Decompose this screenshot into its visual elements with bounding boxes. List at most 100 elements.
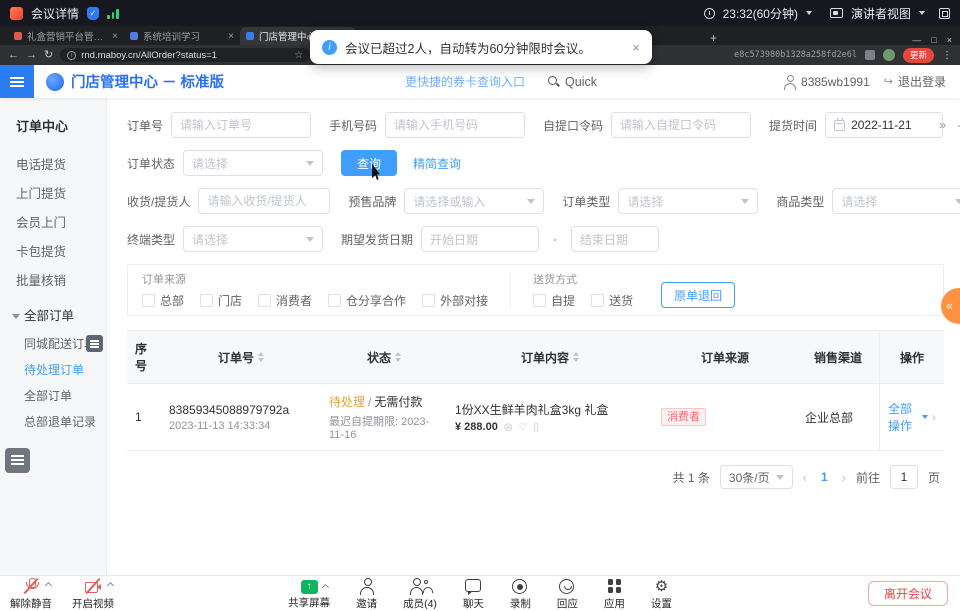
sidebar-item-batch-verify[interactable]: 批量核销 xyxy=(0,267,106,296)
sort-icon[interactable] xyxy=(258,352,264,362)
toolbar-share-screen[interactable]: 共享屏幕 xyxy=(288,578,330,611)
meeting-timer[interactable]: 23:32(60分钟) xyxy=(723,5,798,22)
original-return-button[interactable]: 原单退回 xyxy=(661,282,735,308)
drag-handle-icon[interactable] xyxy=(86,335,103,352)
all-actions-link[interactable]: 全部操作 xyxy=(888,400,918,434)
extensions-icon[interactable] xyxy=(865,50,875,60)
new-tab-button[interactable] xyxy=(710,31,717,45)
sidebar-item-city-delivery[interactable]: 同城配送订单 xyxy=(0,331,106,357)
floating-list-button[interactable] xyxy=(5,448,30,473)
toolbar-chat[interactable]: 聊天 xyxy=(463,578,484,611)
minimize-icon[interactable] xyxy=(912,35,921,45)
browser-menu-icon[interactable] xyxy=(942,50,952,61)
checkbox-source-warehouse-share[interactable]: 仓分享合作 xyxy=(328,292,406,309)
pickup-code-input[interactable] xyxy=(611,112,751,138)
checkbox-source-consumer[interactable]: 消费者 xyxy=(258,292,312,309)
toolbar-apps[interactable]: 应用 xyxy=(604,578,625,611)
sidebar-item-phone-pickup[interactable]: 电话提货 xyxy=(0,151,106,180)
page-size-select[interactable]: 30条/页 xyxy=(720,465,793,489)
col-order-no[interactable]: 订单号 xyxy=(161,331,321,383)
maximize-icon[interactable] xyxy=(931,35,936,45)
url-text[interactable]: rnd.maboy.cn/AllOrder?status=1 xyxy=(81,50,289,61)
update-button[interactable]: 更新 xyxy=(903,48,934,63)
prev-page-button[interactable] xyxy=(803,470,807,485)
toolbar-start-video[interactable]: 开启视频 xyxy=(72,578,114,611)
checkbox-source-hq[interactable]: 总部 xyxy=(142,292,184,309)
meeting-title[interactable]: 会议详情 xyxy=(31,5,79,22)
sidebar-group-all-orders[interactable]: 全部订单 xyxy=(0,302,106,331)
current-page[interactable]: 1 xyxy=(817,470,832,484)
forward-icon[interactable] xyxy=(26,45,37,65)
order-type-select[interactable]: 请选择 xyxy=(618,188,758,214)
chevron-up-icon[interactable] xyxy=(322,584,329,591)
terminal-type-select[interactable]: 请选择 xyxy=(183,226,323,252)
checkbox-source-external[interactable]: 外部对接 xyxy=(422,292,488,309)
leave-meeting-button[interactable]: 离开会议 xyxy=(868,581,948,606)
chevron-up-icon[interactable] xyxy=(45,582,52,589)
site-info-icon[interactable] xyxy=(67,51,76,60)
col-status[interactable]: 状态 xyxy=(321,331,447,383)
checkbox-source-store[interactable]: 门店 xyxy=(200,292,242,309)
toolbar-reactions[interactable]: 回应 xyxy=(557,578,578,611)
sidebar-toggle-button[interactable] xyxy=(0,65,34,98)
sidebar-item-hq-refunds[interactable]: 总部退单记录 xyxy=(0,409,106,435)
order-status-select[interactable]: 请选择 xyxy=(183,150,323,176)
toolbar-unmute[interactable]: 解除静音 xyxy=(10,578,52,611)
toolbar-invite[interactable]: 邀请 xyxy=(356,578,377,611)
tab-close-icon[interactable] xyxy=(228,31,234,42)
row-expand-icon[interactable] xyxy=(932,410,936,424)
logout-button[interactable]: 退出登录 xyxy=(884,73,946,90)
simple-search-link[interactable]: 精简查询 xyxy=(413,155,461,172)
back-icon[interactable] xyxy=(8,45,19,65)
col-content[interactable]: 订单内容 xyxy=(447,331,653,383)
user-menu[interactable]: 8385wb1991 xyxy=(782,75,870,89)
panel-collapse-icon[interactable] xyxy=(939,118,946,132)
order-type-placeholder: 请选择 xyxy=(627,193,663,210)
tab-close-icon[interactable] xyxy=(112,31,118,42)
timer-dropdown-icon[interactable] xyxy=(806,11,812,15)
sidebar-item-pending-orders[interactable]: 待处理订单 xyxy=(0,357,106,383)
goods-type-select[interactable]: 请选择 xyxy=(832,188,960,214)
search-button[interactable]: 查询 xyxy=(341,150,397,176)
receiver-input[interactable] xyxy=(198,188,330,214)
tab-gift-platform[interactable]: 礼盒营销平台管理中心 xyxy=(8,27,124,45)
toolbar-settings[interactable]: 设置 xyxy=(651,578,672,611)
order-no-input[interactable] xyxy=(171,112,311,138)
tab-training[interactable]: 系统培训学习 xyxy=(124,27,240,45)
order-price: ¥ 288.00 xyxy=(455,421,498,433)
sidebar-item-card-pickup[interactable]: 卡包提货 xyxy=(0,238,106,267)
profile-avatar[interactable] xyxy=(883,49,895,61)
coupon-query-link[interactable]: 更快捷的券卡查询入口 xyxy=(405,73,525,90)
fullscreen-icon[interactable] xyxy=(939,8,950,19)
quick-search[interactable]: Quick xyxy=(547,75,597,89)
view-mode-label[interactable]: 演讲者视图 xyxy=(851,5,911,22)
pickup-start-date[interactable]: 2022-11-21 xyxy=(825,112,943,138)
sort-icon[interactable] xyxy=(573,352,579,362)
bookmark-star-icon[interactable] xyxy=(294,50,303,61)
sidebar-item-member-visit[interactable]: 会员上门 xyxy=(0,209,106,238)
goto-page-input[interactable] xyxy=(890,465,918,489)
banner-close-icon[interactable] xyxy=(632,40,640,55)
sidebar-item-door-pickup[interactable]: 上门提货 xyxy=(0,180,106,209)
close-icon[interactable] xyxy=(947,35,952,45)
sort-icon[interactable] xyxy=(395,352,401,362)
expect-start-date[interactable]: 开始日期 xyxy=(421,226,539,252)
toolbar-left-group: 解除静音 开启视频 xyxy=(10,578,114,611)
expect-end-date[interactable]: 结束日期 xyxy=(571,226,659,252)
brand-select[interactable]: 请选择或输入 xyxy=(404,188,544,214)
view-dropdown-icon[interactable] xyxy=(919,11,925,15)
chevron-up-icon[interactable] xyxy=(107,582,114,589)
phone-input[interactable] xyxy=(385,112,525,138)
next-page-button[interactable] xyxy=(842,470,846,485)
sidebar-item-all-orders[interactable]: 全部订单 xyxy=(0,383,106,409)
order-no-value[interactable]: 83859345088979792a xyxy=(169,403,313,417)
pickup-code-label: 自提口令码 xyxy=(543,117,603,134)
sidebar-sub-label: 待处理订单 xyxy=(24,363,84,377)
shield-check-icon[interactable] xyxy=(87,7,99,20)
reload-icon[interactable] xyxy=(44,45,53,65)
toolbar-members[interactable]: 成员(4) xyxy=(403,578,437,611)
address-field[interactable]: rnd.maboy.cn/AllOrder?status=1 xyxy=(60,48,310,62)
checkbox-self-pickup[interactable]: 自提 xyxy=(533,292,575,309)
checkbox-delivery[interactable]: 送货 xyxy=(591,292,633,309)
toolbar-record[interactable]: 录制 xyxy=(510,578,531,611)
